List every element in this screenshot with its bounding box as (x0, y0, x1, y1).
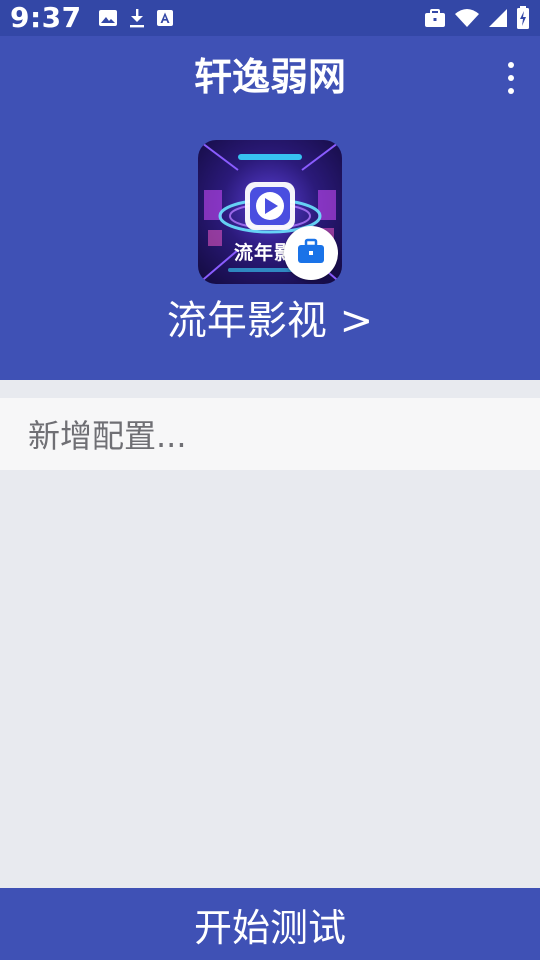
selected-app-icon[interactable]: 流年影 (198, 140, 342, 284)
status-system-icons (424, 6, 530, 30)
status-time: 9:37 (10, 1, 82, 34)
work-profile-badge (284, 226, 338, 280)
status-bar: 9:37 (0, 0, 540, 36)
wifi-icon (454, 8, 480, 28)
app-title: 轩逸弱网 (193, 55, 346, 99)
font-a-icon (156, 9, 174, 27)
download-icon (128, 8, 146, 28)
start-test-button[interactable]: 开始测试 (0, 888, 540, 960)
work-briefcase-icon (424, 8, 446, 28)
signal-icon (488, 8, 508, 28)
image-icon (98, 9, 118, 27)
app-name-link[interactable]: 流年影视 > (0, 294, 540, 348)
screen: 9:37 轩逸弱网 流年影 流年影视 > 新增配置... 开始测试 (0, 0, 540, 960)
battery-charging-icon (516, 6, 530, 30)
config-list-area (0, 470, 540, 888)
more-vert-icon[interactable] (504, 62, 518, 94)
status-notification-icons (98, 8, 174, 28)
work-briefcase-icon (296, 238, 326, 268)
add-config-label: 新增配置... (28, 417, 187, 455)
app-header: 轩逸弱网 流年影 流年影视 > (0, 36, 540, 380)
add-config-row[interactable]: 新增配置... (0, 398, 540, 470)
